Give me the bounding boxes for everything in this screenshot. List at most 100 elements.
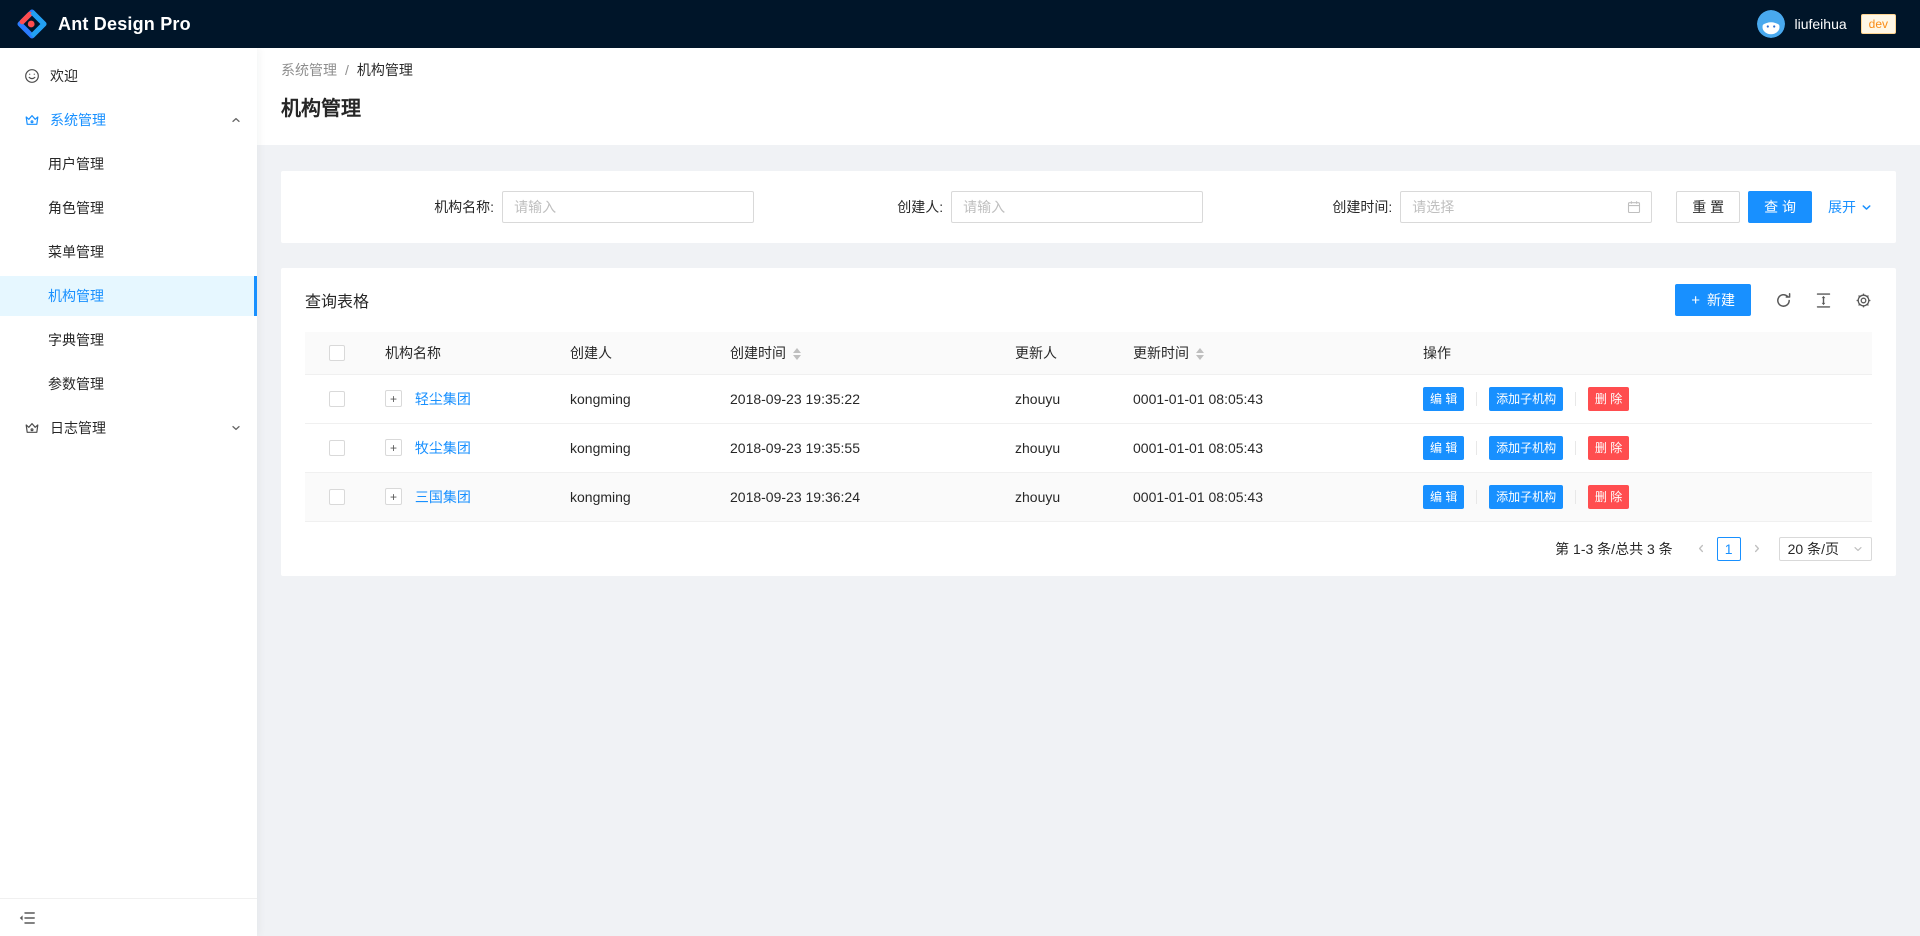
org-name-link[interactable]: 轻尘集团	[415, 391, 471, 407]
crown-icon	[24, 112, 40, 128]
top-header: Ant Design Pro liufeihua dev	[0, 0, 1920, 48]
settings-gear-icon[interactable]	[1855, 292, 1872, 309]
creator-cell: kongming	[554, 374, 714, 423]
sidebar-item-label: 日志管理	[50, 418, 106, 438]
org-name-link[interactable]: 牧尘集团	[415, 440, 471, 456]
created-at-cell: 2018-09-23 19:35:55	[714, 423, 999, 472]
column-header-created-at[interactable]: 创建时间	[714, 332, 999, 374]
table-row: + 轻尘集团 kongming 2018-09-23 19:35:22 zhou…	[305, 374, 1872, 423]
sort-icon[interactable]	[1196, 348, 1204, 360]
breadcrumb: 系统管理 / 机构管理	[281, 59, 1896, 81]
query-button[interactable]: 查 询	[1748, 191, 1812, 223]
table-row: + 三国集团 kongming 2018-09-23 19:36:24 zhou…	[305, 472, 1872, 521]
sidebar-item-param-management[interactable]: 参数管理	[0, 364, 257, 404]
add-child-org-button[interactable]: 添加子机构	[1489, 436, 1563, 460]
table-card: 查询表格 + 新建	[281, 268, 1896, 576]
create-time-picker[interactable]	[1400, 191, 1652, 223]
form-item-creator: 创建人:	[754, 191, 1203, 223]
expand-toggle[interactable]: 展开	[1828, 197, 1872, 217]
sidebar: 欢迎 系统管理 用户管理 角色管理 菜单管理 机构管理	[0, 48, 257, 936]
updated-at-cell: 0001-01-01 08:05:43	[1117, 423, 1407, 472]
expand-row-icon[interactable]: +	[385, 390, 402, 407]
header-right: liufeihua dev	[1757, 10, 1896, 38]
divider	[1575, 441, 1576, 455]
sidebar-item-label: 参数管理	[48, 374, 104, 394]
created-at-cell: 2018-09-23 19:35:22	[714, 374, 999, 423]
edit-button[interactable]: 编 辑	[1423, 387, 1464, 411]
creator-label: 创建人:	[897, 197, 951, 217]
table-row: + 牧尘集团 kongming 2018-09-23 19:35:55 zhou…	[305, 423, 1872, 472]
row-checkbox[interactable]	[329, 489, 345, 505]
column-header-org-name: 机构名称	[369, 332, 554, 374]
breadcrumb-item-current: 机构管理	[357, 59, 413, 81]
expand-row-icon[interactable]: +	[385, 439, 402, 456]
username: liufeihua	[1794, 16, 1846, 32]
app-title: Ant Design Pro	[58, 14, 191, 35]
chevron-up-icon	[231, 115, 241, 125]
breadcrumb-item[interactable]: 系统管理	[281, 59, 337, 81]
reset-button[interactable]: 重 置	[1676, 191, 1740, 223]
row-checkbox[interactable]	[329, 391, 345, 407]
prev-page-icon[interactable]	[1689, 537, 1713, 561]
column-header-updated-at[interactable]: 更新时间	[1117, 332, 1407, 374]
delete-button[interactable]: 删 除	[1588, 485, 1629, 509]
new-button[interactable]: + 新建	[1675, 284, 1751, 316]
sidebar-item-system-management[interactable]: 系统管理	[0, 100, 257, 140]
updater-cell: zhouyu	[999, 423, 1117, 472]
sidebar-item-label: 用户管理	[48, 154, 104, 174]
sidebar-item-role-management[interactable]: 角色管理	[0, 188, 257, 228]
sort-icon[interactable]	[793, 348, 801, 360]
updater-cell: zhouyu	[999, 374, 1117, 423]
sidebar-item-menu-management[interactable]: 菜单管理	[0, 232, 257, 272]
search-card: 机构名称: 创建人: 创建时间:	[281, 171, 1896, 243]
org-table: 机构名称 创建人 创建时间 更新人 更新时间 操作	[305, 332, 1872, 522]
row-checkbox[interactable]	[329, 440, 345, 456]
expand-row-icon[interactable]: +	[385, 488, 402, 505]
page-size-select[interactable]: 20 条/页	[1779, 537, 1872, 561]
column-header-actions: 操作	[1407, 332, 1872, 374]
page-header: 系统管理 / 机构管理 机构管理	[257, 48, 1920, 145]
sidebar-footer	[0, 898, 257, 936]
delete-button[interactable]: 删 除	[1588, 387, 1629, 411]
form-item-create-time: 创建时间:	[1203, 191, 1652, 223]
new-button-label: 新建	[1707, 290, 1735, 310]
table-title: 查询表格	[305, 288, 369, 312]
sidebar-item-label: 系统管理	[50, 110, 106, 130]
reload-icon[interactable]	[1775, 292, 1792, 309]
sidebar-item-user-management[interactable]: 用户管理	[0, 144, 257, 184]
divider	[1575, 490, 1576, 504]
creator-input[interactable]	[951, 191, 1203, 223]
select-all-checkbox[interactable]	[329, 345, 345, 361]
page-number-1[interactable]: 1	[1717, 537, 1741, 561]
add-child-org-button[interactable]: 添加子机构	[1489, 387, 1563, 411]
smile-icon	[24, 68, 40, 84]
edit-button[interactable]: 编 辑	[1423, 485, 1464, 509]
menu-fold-icon[interactable]	[18, 910, 36, 926]
density-icon[interactable]	[1815, 292, 1832, 309]
divider	[1476, 490, 1477, 504]
next-page-icon[interactable]	[1745, 537, 1769, 561]
sidebar-item-label: 菜单管理	[48, 242, 104, 262]
creator-cell: kongming	[554, 423, 714, 472]
column-header-creator: 创建人	[554, 332, 714, 374]
org-name-input[interactable]	[502, 191, 754, 223]
pagination-total: 第 1-3 条/总共 3 条	[1555, 539, 1672, 559]
logo[interactable]: Ant Design Pro	[16, 8, 191, 40]
sidebar-item-log-management[interactable]: 日志管理	[0, 408, 257, 448]
chevron-down-icon	[1853, 544, 1863, 554]
delete-button[interactable]: 删 除	[1588, 436, 1629, 460]
pagination: 第 1-3 条/总共 3 条 1 20 条/页	[281, 522, 1896, 566]
sidebar-menu: 欢迎 系统管理 用户管理 角色管理 菜单管理 机构管理	[0, 56, 257, 448]
divider	[1476, 392, 1477, 406]
sidebar-item-org-management[interactable]: 机构管理	[0, 276, 257, 316]
search-buttons: 重 置 查 询 展开	[1676, 191, 1872, 223]
add-child-org-button[interactable]: 添加子机构	[1489, 485, 1563, 509]
user-menu[interactable]: liufeihua	[1757, 10, 1846, 38]
plus-icon: +	[1691, 293, 1700, 308]
sidebar-item-welcome[interactable]: 欢迎	[0, 56, 257, 96]
sidebar-item-dict-management[interactable]: 字典管理	[0, 320, 257, 360]
edit-button[interactable]: 编 辑	[1423, 436, 1464, 460]
org-name-link[interactable]: 三国集团	[415, 489, 471, 505]
content-area: 机构名称: 创建人: 创建时间:	[257, 145, 1920, 936]
sidebar-item-label: 机构管理	[48, 286, 104, 306]
